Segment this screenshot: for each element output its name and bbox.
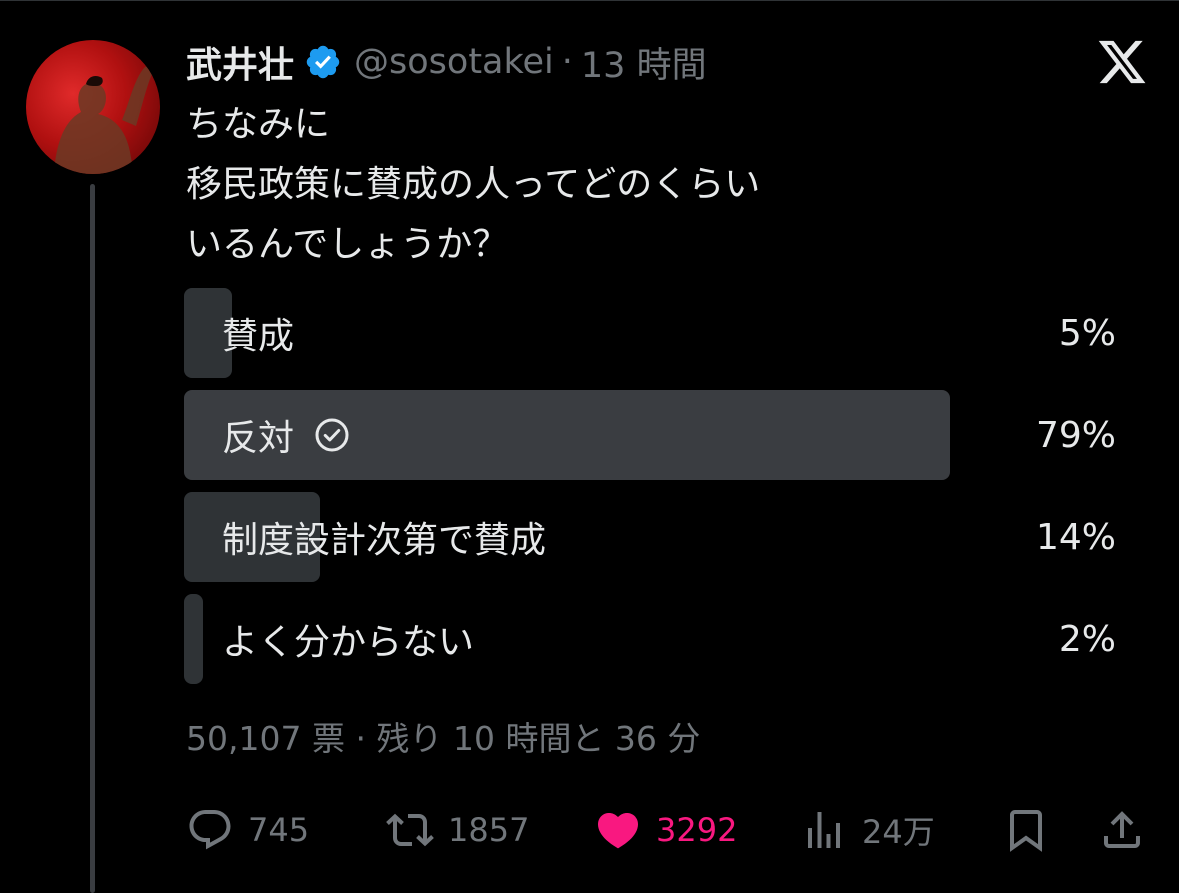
poll-option[interactable]: 賛成 5% <box>184 288 1116 378</box>
poll-remaining: 残り 10 時間と 36 分 <box>376 719 701 758</box>
repost-count: 1857 <box>448 811 530 849</box>
thread-line <box>90 184 95 893</box>
author-handle[interactable]: @sosotakei <box>354 42 554 82</box>
repost-button[interactable]: 1857 <box>386 800 529 860</box>
poll-option-label: 賛成 <box>222 316 295 357</box>
author-avatar[interactable] <box>26 40 160 174</box>
post-time[interactable]: 13 時間 <box>581 37 707 88</box>
share-icon <box>1104 811 1140 848</box>
poll-option-percent: 14% <box>1035 516 1116 558</box>
post-text-line: 移民政策に賛成の人ってどのくらい <box>186 164 761 205</box>
poll-option-label: よく分からない <box>222 622 475 663</box>
poll-meta: 50,107 票 · 残り 10 時間と 36 分 <box>186 712 700 760</box>
bookmark-icon <box>1010 810 1042 852</box>
poll-option-percent: 79% <box>1035 414 1116 456</box>
poll-bar <box>184 594 203 684</box>
like-button[interactable]: 3292 <box>594 800 737 860</box>
poll-option-label: 制度設計次第で賛成 <box>222 520 547 561</box>
views-icon <box>808 812 840 848</box>
action-bar: 745 1857 3292 24万 <box>186 800 1146 860</box>
reply-count: 745 <box>248 811 310 849</box>
avatar-image <box>54 66 153 174</box>
share-button[interactable] <box>1098 800 1160 860</box>
poll-meta-separator: · <box>355 719 366 758</box>
author-name[interactable]: 武井壮 <box>186 36 294 88</box>
check-circle-icon <box>314 417 350 453</box>
like-count: 3292 <box>656 811 738 849</box>
top-divider <box>0 0 1179 1</box>
poll-option[interactable]: 制度設計次第で賛成 14% <box>184 492 1116 582</box>
reply-icon <box>189 810 231 850</box>
post-text: ちなみに 移民政策に賛成の人ってどのくらい いるんでしょうか？ <box>186 95 760 275</box>
verified-badge-icon[interactable] <box>304 43 342 81</box>
heart-icon <box>597 813 639 849</box>
bookmark-button[interactable] <box>1002 800 1064 860</box>
post-text-line: ちなみに <box>186 104 331 145</box>
poll-option-percent: 2% <box>1058 618 1116 660</box>
poll: 賛成 5% 反対 79% 制度設計次第で賛成 14% よく分からない 2% <box>184 288 1116 696</box>
header-separator: · <box>561 42 573 82</box>
views-button[interactable]: 24万 <box>800 800 935 860</box>
poll-option-label: 反対 <box>222 418 295 459</box>
post-header: 武井壮 @sosotakei · 13 時間 <box>186 36 707 88</box>
poll-option[interactable]: よく分からない 2% <box>184 594 1116 684</box>
x-logo-icon <box>1096 36 1148 88</box>
repost-icon <box>386 813 434 847</box>
views-count: 24万 <box>862 813 935 851</box>
poll-option-percent: 5% <box>1058 312 1116 354</box>
post-text-line: いるんでしょうか？ <box>186 224 509 265</box>
poll-votes: 50,107 票 <box>186 719 345 758</box>
reply-button[interactable]: 745 <box>186 800 309 860</box>
poll-option[interactable]: 反対 79% <box>184 390 1116 480</box>
